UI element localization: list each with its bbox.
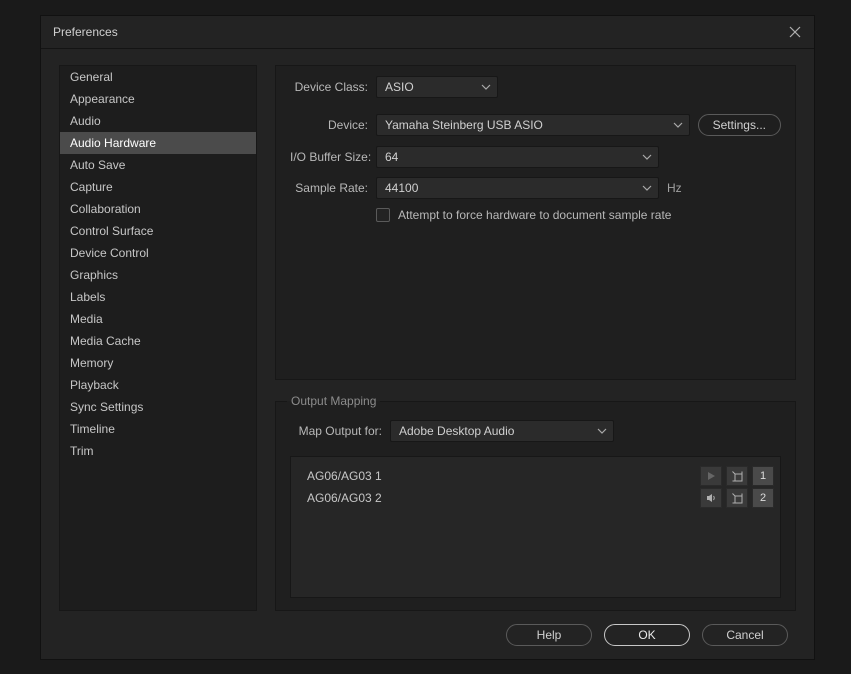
channel-number-button[interactable]: 2 [752, 488, 774, 508]
force-sample-rate-label: Attempt to force hardware to document sa… [398, 208, 671, 222]
sidebar-item-media[interactable]: Media [60, 308, 256, 330]
buffer-size-label: I/O Buffer Size: [290, 150, 368, 164]
category-sidebar: GeneralAppearanceAudioAudio HardwareAuto… [59, 65, 257, 611]
device-label: Device: [290, 118, 368, 132]
sidebar-item-sync-settings[interactable]: Sync Settings [60, 396, 256, 418]
ok-button[interactable]: OK [604, 624, 690, 646]
chevron-down-icon [597, 426, 607, 436]
settings-button[interactable]: Settings... [698, 114, 781, 136]
crop-icon[interactable] [726, 488, 748, 508]
sidebar-item-appearance[interactable]: Appearance [60, 88, 256, 110]
sample-rate-value: 44100 [385, 181, 418, 195]
sidebar-item-audio[interactable]: Audio [60, 110, 256, 132]
channel-number-button[interactable]: 1 [752, 466, 774, 486]
speaker-icon[interactable] [700, 488, 722, 508]
force-sample-rate-checkbox[interactable] [376, 208, 390, 222]
cancel-button[interactable]: Cancel [702, 624, 788, 646]
chevron-down-icon [642, 152, 652, 162]
crop-icon[interactable] [726, 466, 748, 486]
sidebar-item-memory[interactable]: Memory [60, 352, 256, 374]
sidebar-item-device-control[interactable]: Device Control [60, 242, 256, 264]
sample-rate-unit: Hz [667, 181, 682, 195]
hardware-panel: Device Class: ASIO Device: Yamaha Steinb… [275, 65, 796, 380]
sidebar-item-general[interactable]: General [60, 66, 256, 88]
sidebar-item-control-surface[interactable]: Control Surface [60, 220, 256, 242]
play-icon[interactable] [700, 466, 722, 486]
sidebar-item-media-cache[interactable]: Media Cache [60, 330, 256, 352]
close-icon[interactable] [788, 25, 802, 39]
output-row-name: AG06/AG03 1 [297, 469, 696, 483]
output-mapping-legend: Output Mapping [287, 394, 380, 408]
output-row: AG06/AG03 1 1 [297, 465, 774, 487]
sidebar-item-audio-hardware[interactable]: Audio Hardware [60, 132, 256, 154]
map-output-dropdown[interactable]: Adobe Desktop Audio [390, 420, 614, 442]
output-mapping-list: AG06/AG03 1 1 AG06/AG03 2 2 [290, 456, 781, 598]
chevron-down-icon [642, 183, 652, 193]
device-dropdown[interactable]: Yamaha Steinberg USB ASIO [376, 114, 690, 136]
device-class-value: ASIO [385, 80, 414, 94]
sidebar-item-graphics[interactable]: Graphics [60, 264, 256, 286]
sidebar-item-collaboration[interactable]: Collaboration [60, 198, 256, 220]
main-panel: Device Class: ASIO Device: Yamaha Steinb… [275, 65, 796, 611]
help-button[interactable]: Help [506, 624, 592, 646]
sample-rate-dropdown[interactable]: 44100 [376, 177, 659, 199]
dialog-title: Preferences [53, 25, 118, 39]
sidebar-item-auto-save[interactable]: Auto Save [60, 154, 256, 176]
buffer-size-dropdown[interactable]: 64 [376, 146, 659, 168]
sample-rate-label: Sample Rate: [290, 181, 368, 195]
preferences-dialog: Preferences GeneralAppearanceAudioAudio … [40, 15, 815, 660]
buffer-size-value: 64 [385, 150, 398, 164]
sidebar-item-trim[interactable]: Trim [60, 440, 256, 462]
device-class-label: Device Class: [290, 80, 368, 94]
sidebar-item-capture[interactable]: Capture [60, 176, 256, 198]
sidebar-item-playback[interactable]: Playback [60, 374, 256, 396]
chevron-down-icon [673, 120, 683, 130]
output-row: AG06/AG03 2 2 [297, 487, 774, 509]
sidebar-item-labels[interactable]: Labels [60, 286, 256, 308]
map-output-value: Adobe Desktop Audio [399, 424, 514, 438]
sidebar-item-timeline[interactable]: Timeline [60, 418, 256, 440]
output-row-name: AG06/AG03 2 [297, 491, 696, 505]
output-mapping-panel: Output Mapping Map Output for: Adobe Des… [275, 394, 796, 611]
dialog-footer: Help OK Cancel [41, 611, 814, 659]
titlebar: Preferences [41, 16, 814, 49]
device-value: Yamaha Steinberg USB ASIO [385, 118, 543, 132]
chevron-down-icon [481, 82, 491, 92]
map-output-label: Map Output for: [290, 424, 382, 438]
device-class-dropdown[interactable]: ASIO [376, 76, 498, 98]
